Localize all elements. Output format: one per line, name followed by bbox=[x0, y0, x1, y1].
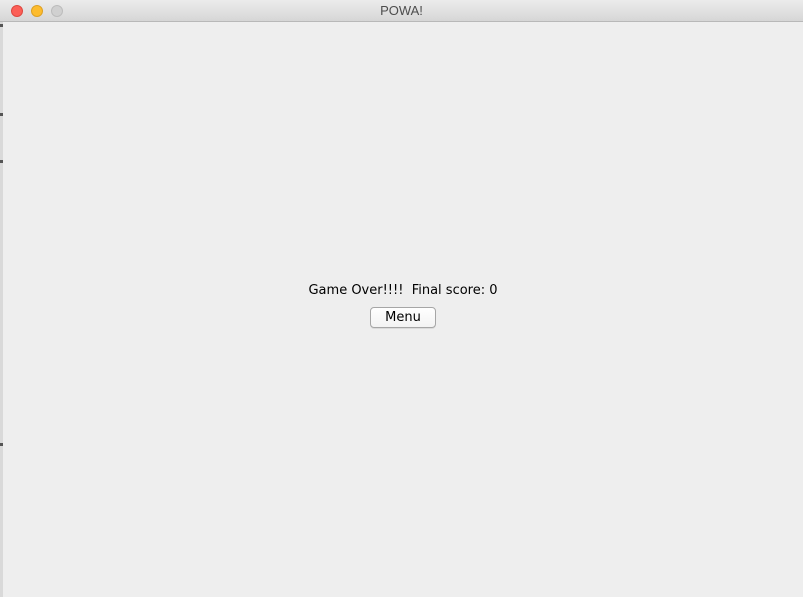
menu-button[interactable]: Menu bbox=[370, 307, 436, 328]
game-over-panel: Game Over!!!! Final score: 0 Menu bbox=[3, 22, 803, 597]
title-bar[interactable]: POWA! bbox=[0, 0, 803, 22]
window-title: POWA! bbox=[380, 3, 423, 18]
game-over-message: Game Over!!!! Final score: 0 bbox=[308, 283, 498, 298]
app-window: POWA! Game Over!!!! Final score: 0 Menu bbox=[0, 0, 803, 597]
